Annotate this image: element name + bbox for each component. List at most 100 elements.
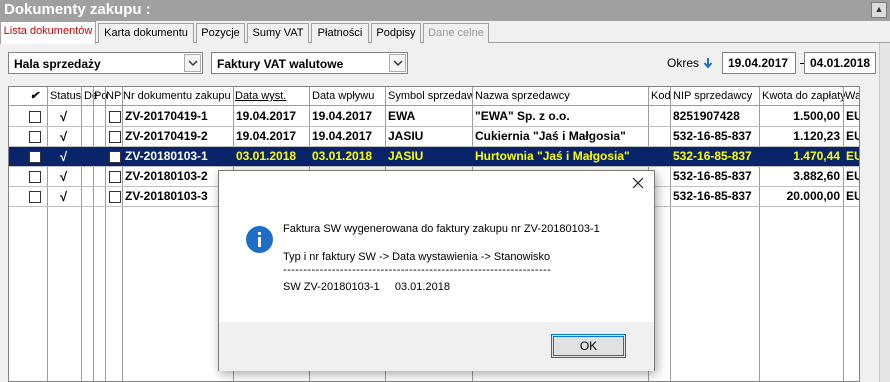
cell-amount: 1.500,00 xyxy=(793,109,840,123)
cell-date-issue: 19.04.2017 xyxy=(236,109,297,123)
col-header-status[interactable]: Status xyxy=(49,87,84,106)
collapse-icon[interactable]: ▲ xyxy=(871,2,887,18)
warehouse-select[interactable]: Hala sprzedaży xyxy=(8,52,203,74)
cell-nip: 532-16-85-837 xyxy=(673,189,752,203)
np-checkbox[interactable] xyxy=(109,111,121,123)
table-row[interactable]: √ ZV-20170419-1 19.04.2017 19.04.2017 EW… xyxy=(9,107,859,127)
vertical-scrollbar[interactable] xyxy=(879,43,890,382)
table-row-selected[interactable]: √ ZV-20180103-1 03.01.2018 03.01.2018 JA… xyxy=(9,147,859,167)
cell-currency: EU xyxy=(846,109,859,123)
tab-podpisy[interactable]: Podpisy xyxy=(371,23,421,43)
table-row[interactable]: √ ZV-20170419-2 19.04.2017 19.04.2017 JA… xyxy=(9,127,859,147)
period-label: Okres xyxy=(667,56,700,70)
tab-sumy-vat[interactable]: Sumy VAT xyxy=(247,23,309,43)
cell-amount: 20.000,00 xyxy=(786,189,840,203)
cell-nip: 532-16-85-837 xyxy=(673,129,752,143)
warehouse-select-value: Hala sprzedaży xyxy=(14,57,101,71)
table-header: ✔ Status De Po NP Nr dokumentu zakupu Da… xyxy=(9,87,859,106)
cell-nip: 532-16-85-837 xyxy=(673,149,752,163)
row-select-checkbox[interactable] xyxy=(29,111,41,123)
date-from-field[interactable]: 19.04.2017 xyxy=(722,52,796,74)
cell-date-receipt: 19.04.2017 xyxy=(312,129,373,143)
tab-label: Lista dokumentów xyxy=(3,25,93,37)
cell-docnr: ZV-20180103-3 xyxy=(125,189,208,203)
doc-type-select[interactable]: Faktury VAT walutowe xyxy=(211,52,408,74)
ok-button-focus-ring xyxy=(553,336,624,356)
tab-dane-celne: Dane celne xyxy=(423,23,489,43)
status-check-icon: √ xyxy=(60,149,68,164)
tab-lista-dokumentow[interactable]: Lista dokumentów xyxy=(0,21,96,44)
row-select-checkbox[interactable] xyxy=(29,131,41,143)
dialog-message-line1: Faktura SW wygenerowana do faktury zakup… xyxy=(283,223,600,235)
col-header-date-issue[interactable]: Data wyst. xyxy=(234,87,308,106)
cell-nip: 8251907428 xyxy=(673,109,740,123)
col-header-currency[interactable]: Wa xyxy=(844,87,859,106)
cell-supplier-name: Hurtownia "Jaś i Małgosia" xyxy=(475,149,630,163)
np-checkbox[interactable] xyxy=(109,191,121,203)
cell-supplier-symbol: JASIU xyxy=(388,149,424,163)
cell-amount: 1.470,44 xyxy=(793,149,840,163)
row-select-checkbox[interactable] xyxy=(29,191,41,203)
sort-down-arrow-icon[interactable] xyxy=(703,57,713,72)
cell-docnr: ZV-20180103-2 xyxy=(125,169,208,183)
cell-date-receipt: 03.01.2018 xyxy=(312,149,373,163)
tab-label: Pozycje xyxy=(201,27,240,39)
status-check-icon: √ xyxy=(60,129,68,144)
cell-currency: EU xyxy=(846,189,859,203)
cell-nip: 532-16-85-837 xyxy=(673,169,752,183)
row-select-checkbox[interactable] xyxy=(29,151,41,163)
cell-amount: 1.120,23 xyxy=(793,129,840,143)
tab-label: Karta dokumentu xyxy=(104,27,188,39)
info-dialog: Faktura SW wygenerowana do faktury zakup… xyxy=(218,170,655,371)
col-header-amount[interactable]: Kwota do zapłaty xyxy=(761,87,845,106)
info-icon xyxy=(245,225,274,254)
cell-supplier-name: Cukiernia "Jaś i Małgosia" xyxy=(475,129,626,143)
cell-docnr: ZV-20180103-1 xyxy=(125,149,208,163)
close-icon[interactable] xyxy=(630,175,646,191)
dialog-message-line3: SW ZV-20180103-1 03.01.2018 xyxy=(283,281,450,293)
tab-bar: Lista dokumentów Karta dokumentu Pozycje… xyxy=(0,21,890,44)
cell-amount: 3.882,60 xyxy=(793,169,840,183)
col-header-supplier-symbol[interactable]: Symbol sprzedawcy xyxy=(387,87,473,106)
tab-label: Podpisy xyxy=(376,27,416,39)
cell-currency: EU xyxy=(846,149,859,163)
tab-karta-dokumentu[interactable]: Karta dokumentu xyxy=(98,23,194,43)
dialog-message-line2: Typ i nr faktury SW -> Data wystawienia … xyxy=(283,251,551,263)
status-check-icon: √ xyxy=(60,169,68,184)
app-window: Dokumenty zakupu : ▲ Lista dokumentów Ka… xyxy=(0,0,890,382)
cell-supplier-name: "EWA" Sp. z o.o. xyxy=(475,109,570,123)
cell-date-issue: 19.04.2017 xyxy=(236,129,297,143)
ok-button[interactable]: OK xyxy=(551,334,626,358)
col-header-np[interactable]: NP xyxy=(105,87,123,106)
window-title: Dokumenty zakupu : xyxy=(4,1,151,18)
tab-label: Sumy VAT xyxy=(252,27,304,39)
doc-type-select-value: Faktury VAT walutowe xyxy=(217,57,344,71)
col-header-supplier-name[interactable]: Nazwa sprzedawcy xyxy=(474,87,648,106)
cell-supplier-symbol: JASIU xyxy=(388,129,424,143)
cell-supplier-symbol: EWA xyxy=(388,109,416,123)
cell-code xyxy=(649,147,670,166)
col-header-date-receipt[interactable]: Data wpływu xyxy=(311,87,385,106)
cell-currency: EU xyxy=(846,129,859,143)
cell-docnr: ZV-20170419-1 xyxy=(125,109,208,123)
col-header-docnr[interactable]: Nr dokumentu zakupu xyxy=(122,87,232,106)
np-checkbox[interactable] xyxy=(109,171,121,183)
tab-pozycje[interactable]: Pozycje xyxy=(196,23,245,43)
np-checkbox[interactable] xyxy=(109,131,121,143)
tab-label: Płatności xyxy=(317,27,363,39)
cell-docnr: ZV-20170419-2 xyxy=(125,129,208,143)
dialog-separator: ----------------------------------------… xyxy=(283,264,552,276)
np-checkbox[interactable] xyxy=(109,151,121,163)
chevron-down-icon[interactable] xyxy=(184,54,201,72)
chevron-down-icon[interactable] xyxy=(389,54,406,72)
status-check-icon: √ xyxy=(60,109,68,124)
window-titlebar: Dokumenty zakupu : ▲ xyxy=(0,0,890,21)
cell-code xyxy=(649,127,670,146)
tab-platnosci[interactable]: Płatności xyxy=(311,23,369,43)
row-select-checkbox[interactable] xyxy=(29,171,41,183)
col-header-nip[interactable]: NIP sprzedawcy xyxy=(672,87,760,106)
cell-date-receipt: 19.04.2017 xyxy=(312,109,373,123)
date-to-field[interactable]: 04.01.2018 xyxy=(804,52,876,74)
tab-label: Dane celne xyxy=(428,27,484,39)
col-header-check[interactable]: ✔ xyxy=(29,87,43,106)
